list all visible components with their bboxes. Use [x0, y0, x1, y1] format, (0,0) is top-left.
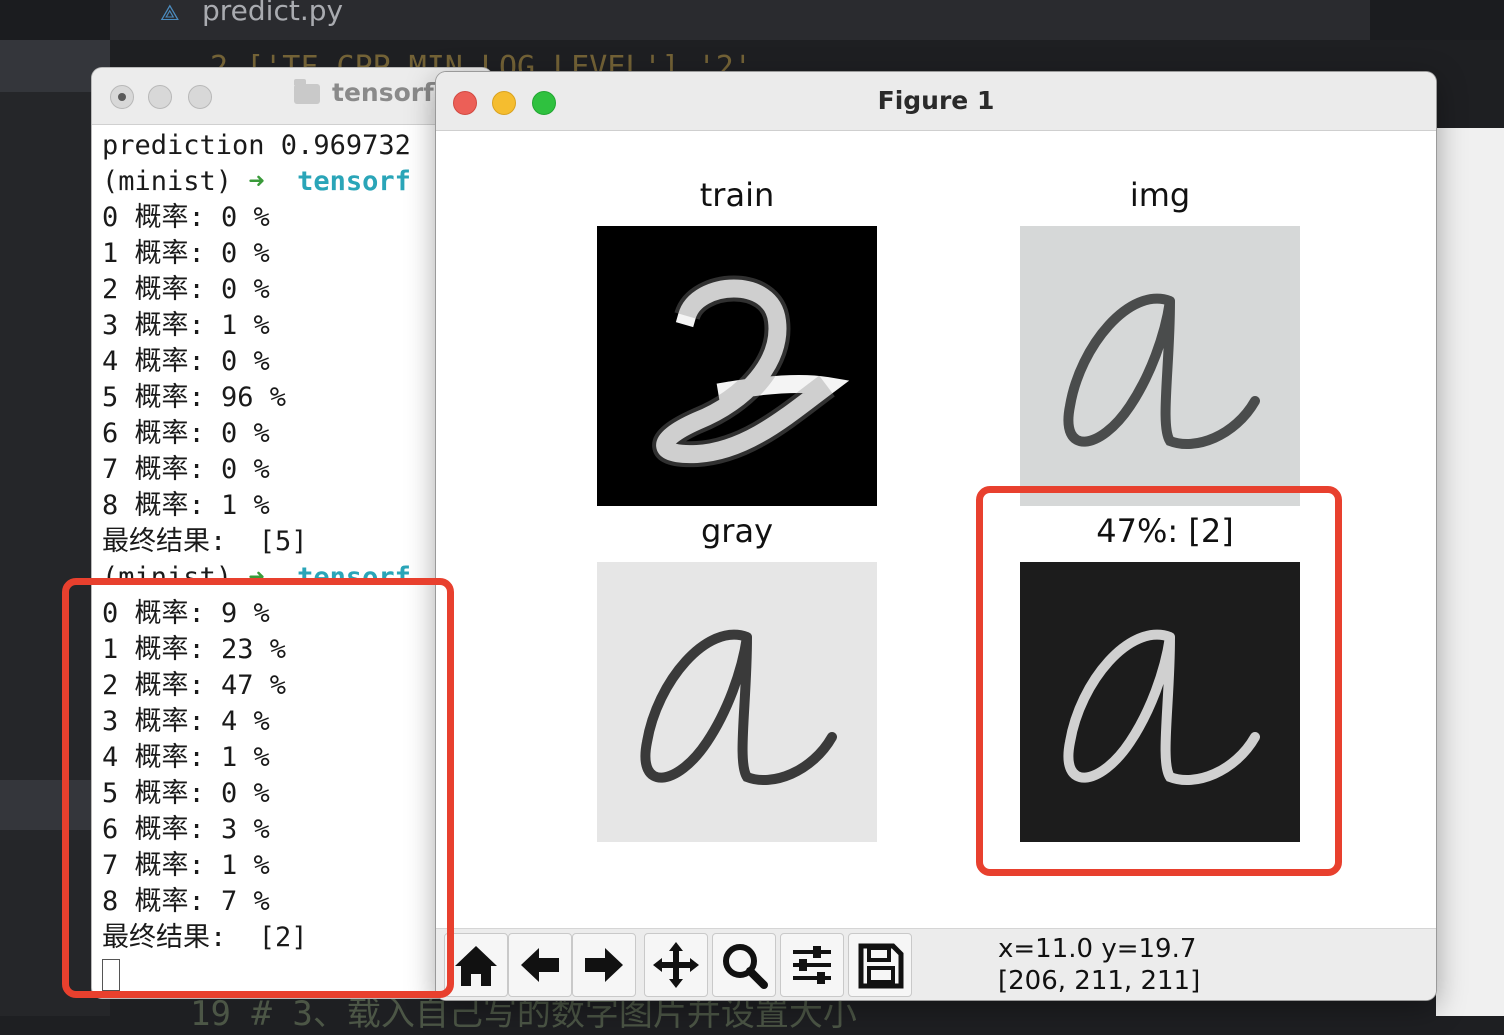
home-icon — [455, 946, 497, 986]
prompt-env: (minist) — [102, 166, 233, 197]
figure-title: Figure 1 — [877, 86, 995, 115]
save-button[interactable] — [848, 933, 912, 997]
figure-toolbar: x=11.0 y=19.7 [206, 211, 211] — [436, 928, 1436, 1000]
folder-icon — [294, 79, 320, 104]
terminal-line: 5 概率: 96 % — [102, 382, 287, 413]
prompt-dir: tensorf — [297, 166, 411, 197]
terminal-line: 8 概率: 1 % — [102, 490, 270, 521]
terminal-line: 1 概率: 0 % — [102, 238, 270, 269]
back-button[interactable] — [508, 933, 572, 997]
figure-titlebar[interactable]: Figure 1 — [436, 72, 1436, 131]
terminal-line: 6 概率: 0 % — [102, 418, 270, 449]
back-arrow-icon — [521, 948, 559, 982]
cursor-rgb: [206, 211, 211] — [998, 966, 1201, 996]
editor-tab-label: predict.py — [202, 0, 344, 27]
train-digit-image — [597, 226, 877, 506]
zoom-button[interactable] — [712, 933, 776, 997]
terminal-line: 4 概率: 0 % — [102, 346, 270, 377]
configure-subplots-button[interactable] — [780, 933, 844, 997]
save-icon — [858, 943, 904, 989]
panel-gray-image[interactable] — [597, 562, 877, 842]
panel-title-train: train — [699, 176, 775, 214]
terminal-close-button[interactable] — [110, 85, 134, 109]
terminal-prompt: (minist) ➜ tensorf — [102, 560, 482, 580]
terminal-zoom-button[interactable] — [188, 85, 212, 109]
prompt-arrow-icon: ➜ — [248, 166, 265, 197]
terminal-line: 7 概率: 0 % — [102, 454, 270, 485]
configure-subplots-icon — [793, 946, 831, 984]
highlight-box-terminal — [62, 578, 454, 998]
gray-letter-image — [597, 562, 877, 842]
pan-button[interactable] — [644, 933, 708, 997]
highlight-box-result — [976, 486, 1342, 876]
pan-icon — [653, 942, 699, 988]
python-icon: ⟁ — [160, 1, 180, 26]
forward-arrow-icon — [585, 948, 623, 982]
terminal-line: 3 概率: 1 % — [102, 310, 270, 341]
terminal-line: 0 概率: 0 % — [102, 202, 270, 233]
terminal-line: 2 概率: 0 % — [102, 274, 270, 305]
terminal-minimize-button[interactable] — [148, 85, 172, 109]
panel-train-image[interactable] — [597, 226, 877, 506]
editor-tab[interactable]: ⟁ predict.py — [110, 0, 1370, 41]
editor-side-panel — [1436, 128, 1504, 1016]
panel-title-img: img — [1129, 176, 1191, 214]
terminal-title: tensorfl — [332, 78, 442, 107]
zoom-icon — [723, 944, 768, 989]
img-letter-image — [1020, 226, 1300, 506]
cursor-xy: x=11.0 y=19.7 — [998, 934, 1197, 964]
cursor-coordinates: x=11.0 y=19.7 [206, 211, 211] — [998, 933, 1200, 997]
terminal-line: prediction 0.969732 — [102, 130, 411, 161]
terminal-prompt: (minist) ➜ tensorf — [102, 164, 482, 200]
terminal-result: 最终结果: [5] — [102, 526, 308, 557]
forward-button[interactable] — [572, 933, 636, 997]
panel-title-gray: gray — [700, 512, 773, 550]
panel-img-image[interactable] — [1020, 226, 1300, 506]
terminal-titlebar[interactable]: tensorfl — [92, 68, 492, 125]
